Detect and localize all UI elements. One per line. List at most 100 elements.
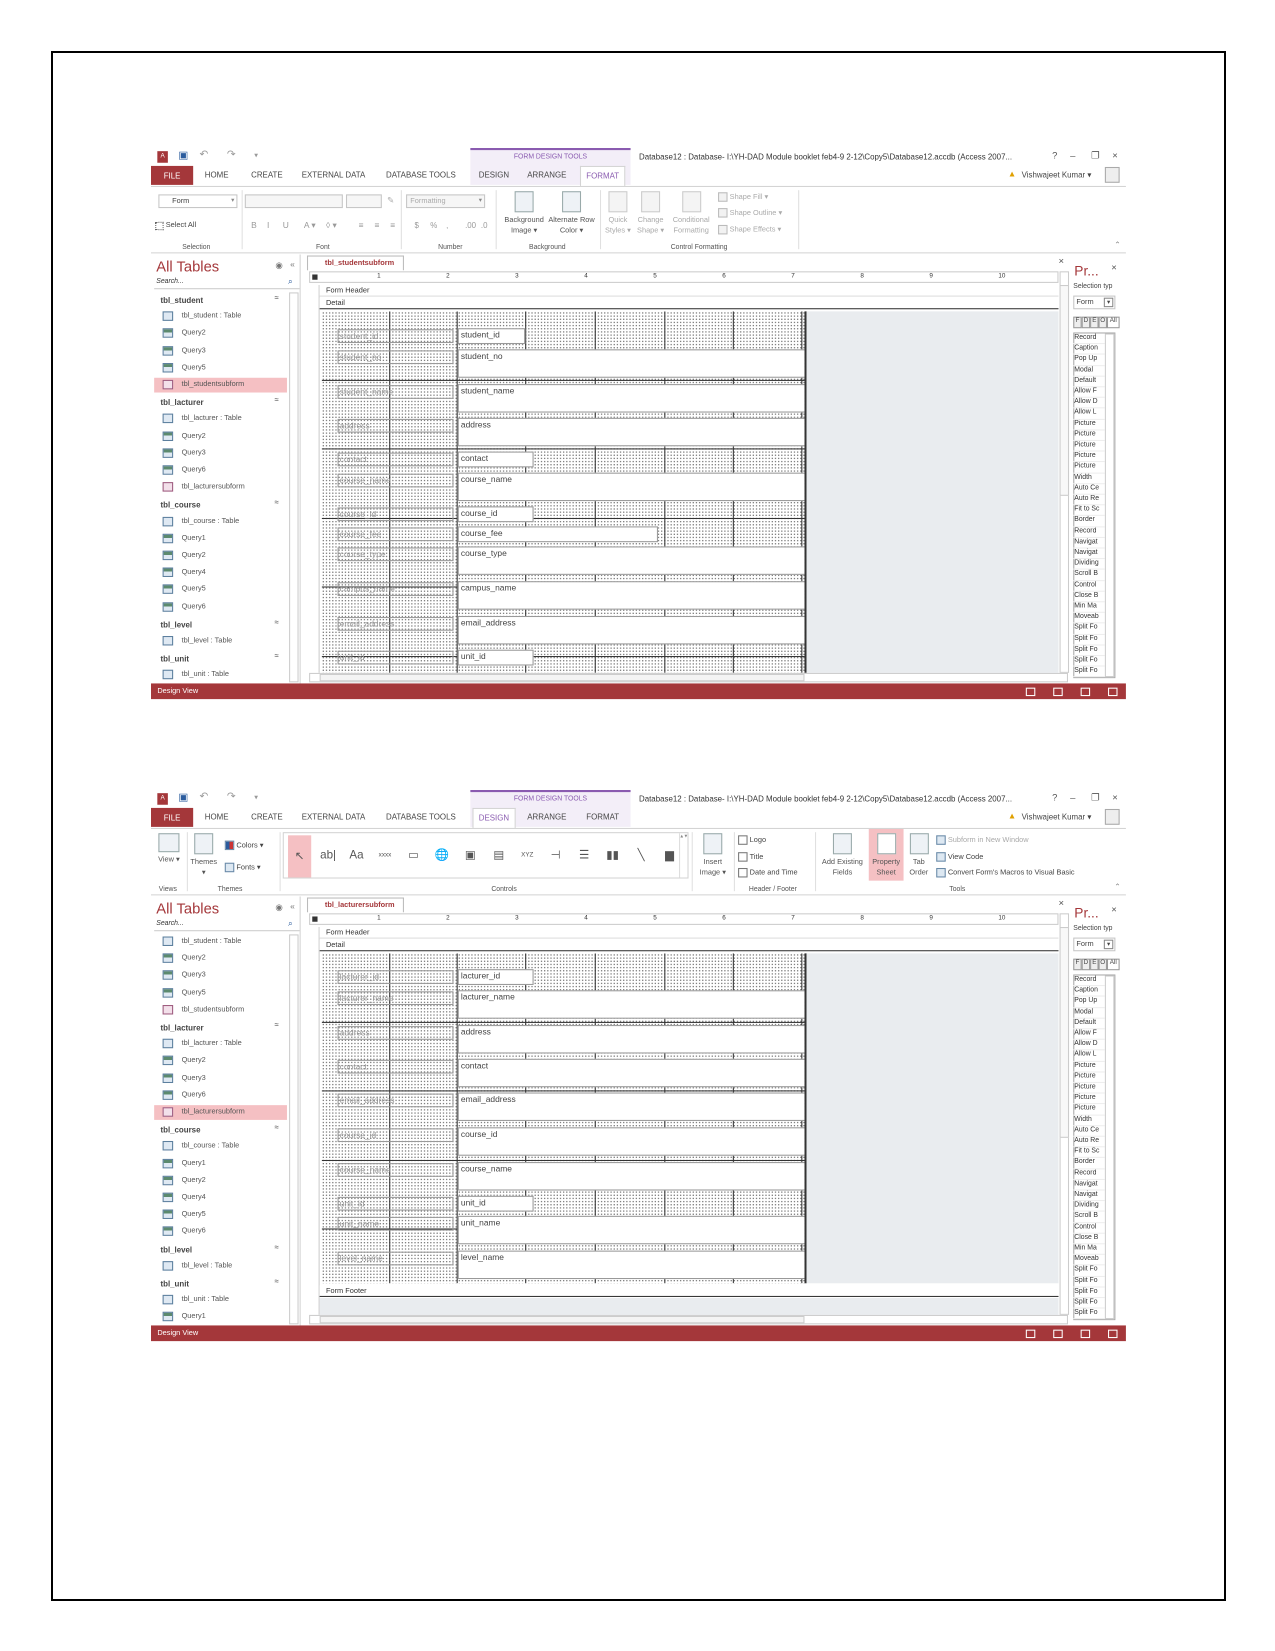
property-row[interactable]: Close B — [1073, 1234, 1105, 1245]
field-textbox[interactable]: level_name — [457, 1250, 805, 1280]
property-row[interactable]: Caption — [1073, 986, 1105, 997]
field-label[interactable]: student_no — [337, 350, 454, 365]
field-label[interactable]: course_id — [337, 1128, 454, 1143]
selection-type-combo[interactable]: Form ▾ — [1073, 295, 1116, 310]
nav-item[interactable]: tbl_level : Table — [154, 634, 287, 649]
nav-title[interactable]: All Tables — [156, 258, 219, 275]
property-row[interactable]: Allow L — [1073, 1051, 1105, 1062]
selection-object-combo[interactable]: Form ▾ — [158, 194, 238, 209]
property-row[interactable]: Scroll B — [1073, 1212, 1105, 1223]
property-row[interactable]: Picture — [1073, 430, 1105, 441]
nav-group-header[interactable]: tbl_lacturer ≈ — [154, 395, 287, 410]
property-tab-f[interactable]: F — [1073, 316, 1082, 329]
field-textbox[interactable]: contact — [457, 451, 534, 468]
nav-item[interactable]: Query6 — [154, 1225, 287, 1240]
nav-item[interactable]: tbl_lacturersubform — [154, 1105, 287, 1120]
property-row[interactable]: Picture — [1073, 1062, 1105, 1073]
nav-item[interactable]: Query3 — [154, 344, 287, 359]
property-row[interactable]: Record — [1073, 1169, 1105, 1180]
background-image-button[interactable]: Background Image ▾ — [499, 191, 550, 236]
property-row[interactable]: Moveab — [1073, 1255, 1105, 1266]
undo-icon[interactable]: ↶ — [199, 149, 208, 161]
align-right-button[interactable]: ≡ — [390, 221, 395, 230]
textbox-tool-icon[interactable]: ab| — [316, 844, 339, 867]
change-shape-button[interactable]: Change Shape ▾ — [634, 191, 668, 236]
property-row[interactable]: Record — [1073, 334, 1105, 345]
property-row[interactable]: Split Fo — [1073, 1287, 1105, 1299]
align-left-button[interactable]: ≡ — [359, 221, 364, 230]
property-row[interactable]: Navigat — [1073, 538, 1105, 549]
datasheet-view-icon[interactable] — [1053, 1329, 1063, 1339]
field-label[interactable]: unit_id — [337, 650, 454, 665]
nav-group-header[interactable]: tbl_course ≈ — [154, 497, 287, 512]
property-row[interactable]: Picture — [1073, 463, 1105, 474]
nav-item[interactable]: Query2 — [154, 327, 287, 342]
nav-item[interactable]: tbl_lacturer : Table — [154, 1037, 287, 1052]
chart-tool-icon[interactable]: ▮▮ — [601, 844, 624, 867]
property-tab-d[interactable]: D — [1081, 316, 1091, 329]
field-textbox[interactable]: unit_name — [457, 1215, 805, 1245]
detail-band[interactable]: Detail — [319, 297, 1059, 310]
italic-button[interactable]: I — [267, 221, 269, 230]
property-row[interactable]: Split Fo — [1073, 645, 1105, 657]
property-row[interactable]: Min Ma — [1073, 1244, 1105, 1256]
tab-format[interactable]: FORMAT — [586, 812, 619, 821]
property-row[interactable]: Picture — [1073, 1094, 1105, 1105]
field-label[interactable]: email_address — [337, 617, 454, 631]
percent-button[interactable]: % — [430, 221, 437, 230]
font-name-combo[interactable] — [244, 194, 343, 209]
button-tool-icon[interactable]: xxxx — [373, 844, 396, 867]
property-row[interactable]: Split Fo — [1073, 656, 1105, 667]
font-color-button[interactable]: A ▾ — [304, 221, 316, 230]
property-row[interactable]: Picture — [1073, 441, 1105, 452]
property-row[interactable]: Split Fo — [1073, 1277, 1105, 1288]
tab-create[interactable]: CREATE — [251, 812, 282, 821]
select-all-button[interactable]: Select All — [166, 222, 196, 229]
nav-group-header[interactable]: tbl_unit ≈ — [154, 1276, 287, 1291]
title-button[interactable]: Title — [738, 852, 763, 862]
property-row[interactable]: Dividing — [1073, 559, 1105, 570]
property-scrollbar[interactable] — [1104, 975, 1115, 1320]
currency-button[interactable]: $ — [415, 221, 419, 230]
property-row[interactable]: Allow F — [1073, 387, 1105, 398]
field-textbox[interactable]: unit_id — [457, 1195, 534, 1212]
increase-decimals-button[interactable]: .00 — [465, 221, 476, 230]
nav-item[interactable]: tbl_level : Table — [154, 1259, 287, 1274]
document-horizontal-scroll-thumb[interactable] — [319, 673, 805, 682]
field-label[interactable]: address — [337, 418, 454, 433]
shape-effects-button[interactable]: Shape Effects ▾ — [718, 224, 781, 235]
nav-scrollbar[interactable] — [289, 934, 299, 1325]
add-existing-fields-button[interactable]: Add Existing Fields — [817, 833, 868, 878]
field-textbox[interactable]: student_no — [457, 349, 805, 378]
field-label[interactable]: course_type — [337, 547, 454, 562]
help-button[interactable]: ? — [1052, 150, 1057, 161]
field-textbox[interactable]: address — [457, 417, 805, 447]
nav-title[interactable]: All Tables — [156, 900, 219, 917]
property-row[interactable]: Default — [1073, 377, 1105, 388]
selection-type-combo[interactable]: Form ▾ — [1073, 937, 1116, 952]
conditional-formatting-button[interactable]: Conditional Formatting — [667, 191, 714, 236]
save-icon[interactable]: ▣ — [178, 150, 188, 162]
document-tab[interactable]: tbl_lacturersubform — [306, 897, 404, 913]
nav-item[interactable]: Query4 — [154, 1191, 287, 1206]
nav-search-input[interactable]: Search... — [154, 920, 300, 932]
form-footer-band[interactable]: Form Footer — [319, 1285, 1059, 1297]
tab-external-data[interactable]: EXTERNAL DATA — [302, 812, 366, 821]
field-label[interactable]: course_id — [337, 507, 454, 522]
tab-database-tools[interactable]: DATABASE TOOLS — [386, 812, 456, 821]
collapse-group-icon[interactable]: ≈ — [274, 653, 278, 660]
nav-item[interactable]: Query3 — [154, 1071, 287, 1086]
layout-view-icon[interactable] — [1080, 1329, 1091, 1339]
property-row[interactable]: Modal — [1073, 366, 1105, 377]
page-break-tool-icon[interactable]: ⊣ — [544, 844, 567, 867]
minimize-button[interactable]: – — [1070, 150, 1075, 161]
field-textbox[interactable]: lacturer_id — [457, 969, 534, 985]
nav-item[interactable]: Query1 — [154, 1156, 287, 1171]
nav-item[interactable]: Query2 — [154, 549, 287, 564]
field-textbox[interactable]: address — [457, 1025, 805, 1054]
field-label[interactable]: course_name — [337, 473, 454, 488]
property-row[interactable]: Auto Ce — [1073, 484, 1105, 495]
property-row[interactable]: Default — [1073, 1019, 1105, 1030]
tab-home[interactable]: HOME — [205, 812, 229, 821]
nav-menu-icon[interactable]: ◉ — [275, 903, 282, 912]
